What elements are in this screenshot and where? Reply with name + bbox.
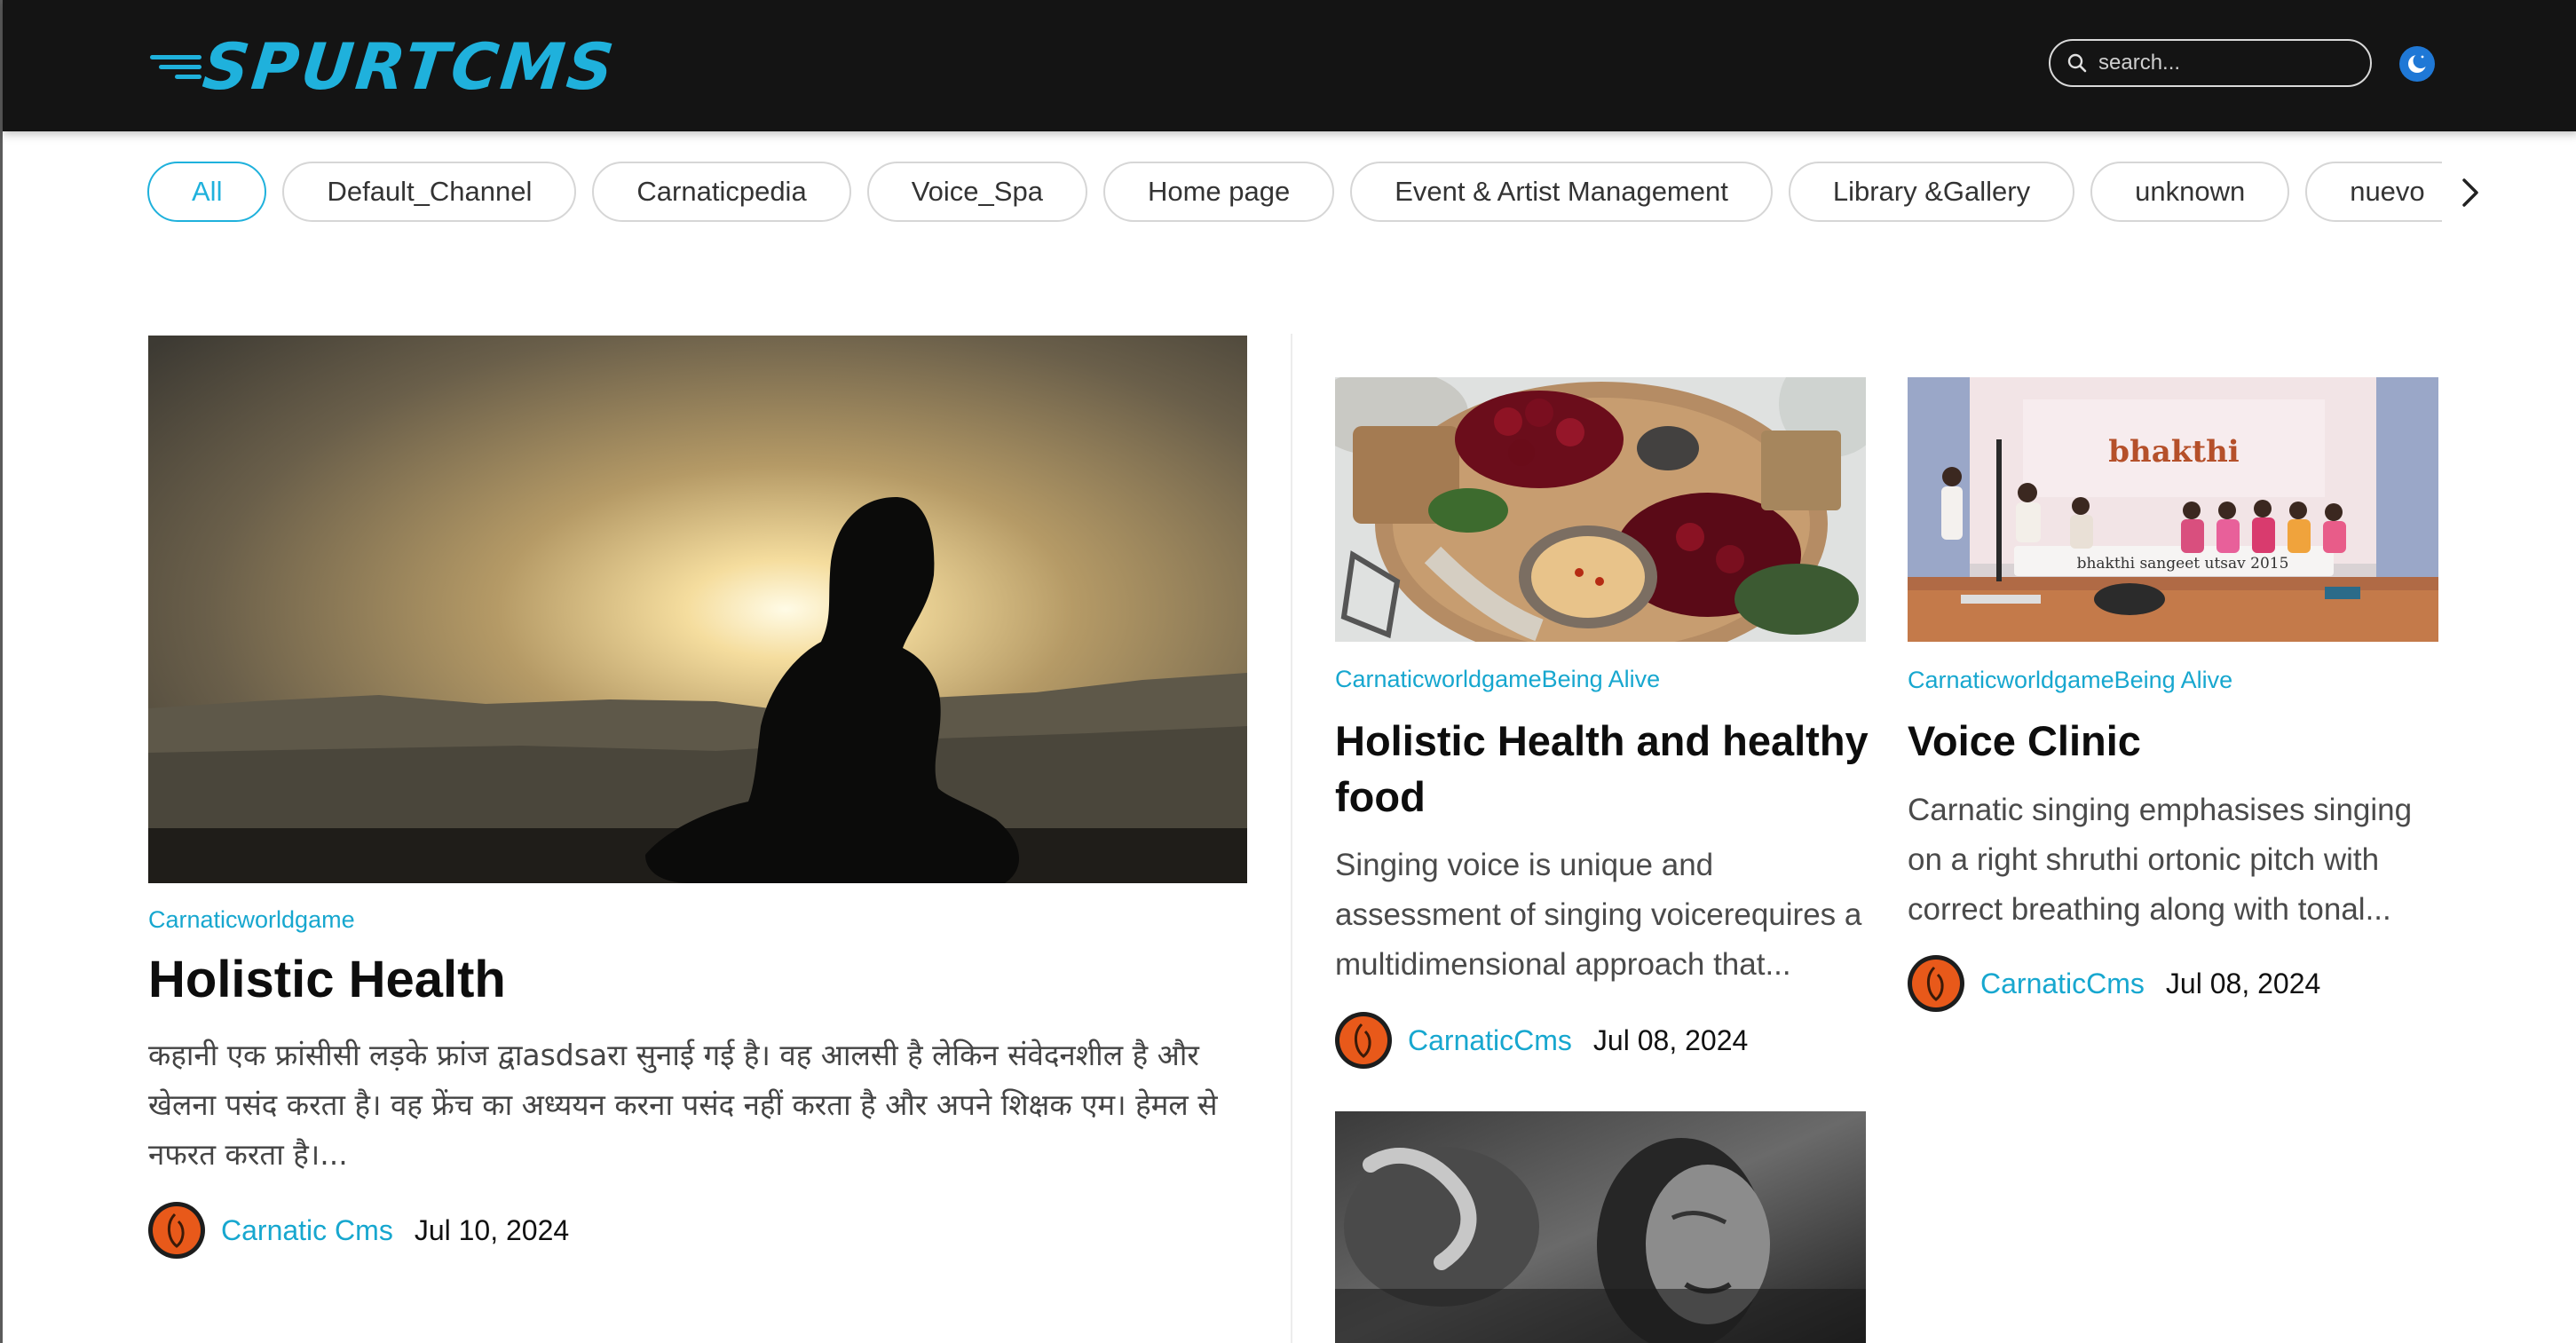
publish-date: Jul 10, 2024 — [414, 1213, 570, 1246]
channel-scroll-next-button[interactable] — [2448, 169, 2493, 217]
logo-text: SPURTCMS — [199, 29, 620, 104]
article-card-image-concert[interactable]: bhakthi bhakthi sangeet utsav 2015 — [1908, 377, 2438, 642]
channel-pill-nuevo[interactable]: nuevo — [2305, 162, 2442, 222]
logo-speed-lines-icon — [145, 43, 201, 91]
channel-pill-voice-spa[interactable]: Voice_Spa — [866, 162, 1087, 222]
chevron-right-icon — [2462, 178, 2478, 207]
featured-article-title[interactable]: Holistic Health — [148, 950, 506, 1009]
channel-pill-default-channel[interactable]: Default_Channel — [282, 162, 577, 222]
banner-caption: bhakthi sangeet utsav 2015 — [2077, 555, 2289, 573]
author-name[interactable]: CarnaticCms — [1980, 968, 2145, 1000]
article-card-excerpt: Carnatic singing emphasises singing on a… — [1908, 793, 2413, 927]
featured-article-image[interactable] — [148, 336, 1247, 883]
featured-category-label[interactable]: Carnaticworldgame — [148, 906, 355, 934]
article-card-category[interactable]: CarnaticworldgameBeing Alive — [1908, 667, 2232, 694]
search-input[interactable] — [2097, 50, 2349, 76]
channel-pill-library-gallery[interactable]: Library &Gallery — [1788, 162, 2075, 222]
moon-icon — [2408, 53, 2429, 73]
search-box[interactable] — [2049, 39, 2372, 87]
channel-pill-event-artist-management[interactable]: Event & Artist Management — [1350, 162, 1773, 222]
author-avatar — [148, 1202, 205, 1259]
publish-date: Jul 08, 2024 — [2165, 967, 2321, 999]
channel-pill-all[interactable]: All — [147, 162, 267, 222]
column-divider — [1291, 334, 1292, 1343]
author-name[interactable]: Carnatic Cms — [221, 1214, 393, 1247]
channel-pill-unknown[interactable]: unknown — [2090, 162, 2290, 222]
article-card-image-food[interactable] — [1335, 377, 1866, 642]
author-name[interactable]: CarnaticCms — [1408, 1024, 1572, 1057]
top-navbar: SPURTCMS — [3, 0, 2576, 131]
article-card-title[interactable]: Voice Clinic — [1908, 713, 2458, 769]
article-card-category[interactable]: CarnaticworldgameBeing Alive — [1335, 666, 1660, 693]
banner-title: bhakthi — [2108, 434, 2240, 470]
theme-toggle-button[interactable] — [2399, 46, 2435, 82]
featured-article-excerpt: कहानी एक फ्रांसीसी लड़के फ्रांज द्वाasds… — [148, 1038, 1218, 1172]
channel-pill-home-page[interactable]: Home page — [1102, 162, 1335, 222]
page: SPURTCMS All Default_Channel Carnaticped… — [0, 0, 2576, 1343]
publish-date: Jul 08, 2024 — [1592, 1023, 1749, 1056]
article-card-meta: CarnaticCms Jul 08, 2024 — [1335, 1012, 1748, 1069]
author-avatar — [1335, 1012, 1392, 1069]
featured-article-meta: Carnatic Cms Jul 10, 2024 — [148, 1202, 569, 1259]
article-card-image-singer[interactable] — [1335, 1111, 1866, 1343]
spurtcms-logo[interactable]: SPURTCMS — [145, 27, 620, 107]
article-card-title[interactable]: Holistic Health and healthy food — [1335, 713, 1885, 825]
channel-pill-carnaticpedia[interactable]: Carnaticpedia — [592, 162, 851, 222]
search-icon — [2067, 53, 2087, 73]
article-card-excerpt: Singing voice is unique and assessment o… — [1335, 848, 1862, 982]
article-card-meta: CarnaticCms Jul 08, 2024 — [1908, 955, 2320, 1012]
author-avatar — [1908, 955, 1964, 1012]
channel-filter-bar: All Default_Channel Carnaticpedia Voice_… — [147, 162, 2442, 222]
